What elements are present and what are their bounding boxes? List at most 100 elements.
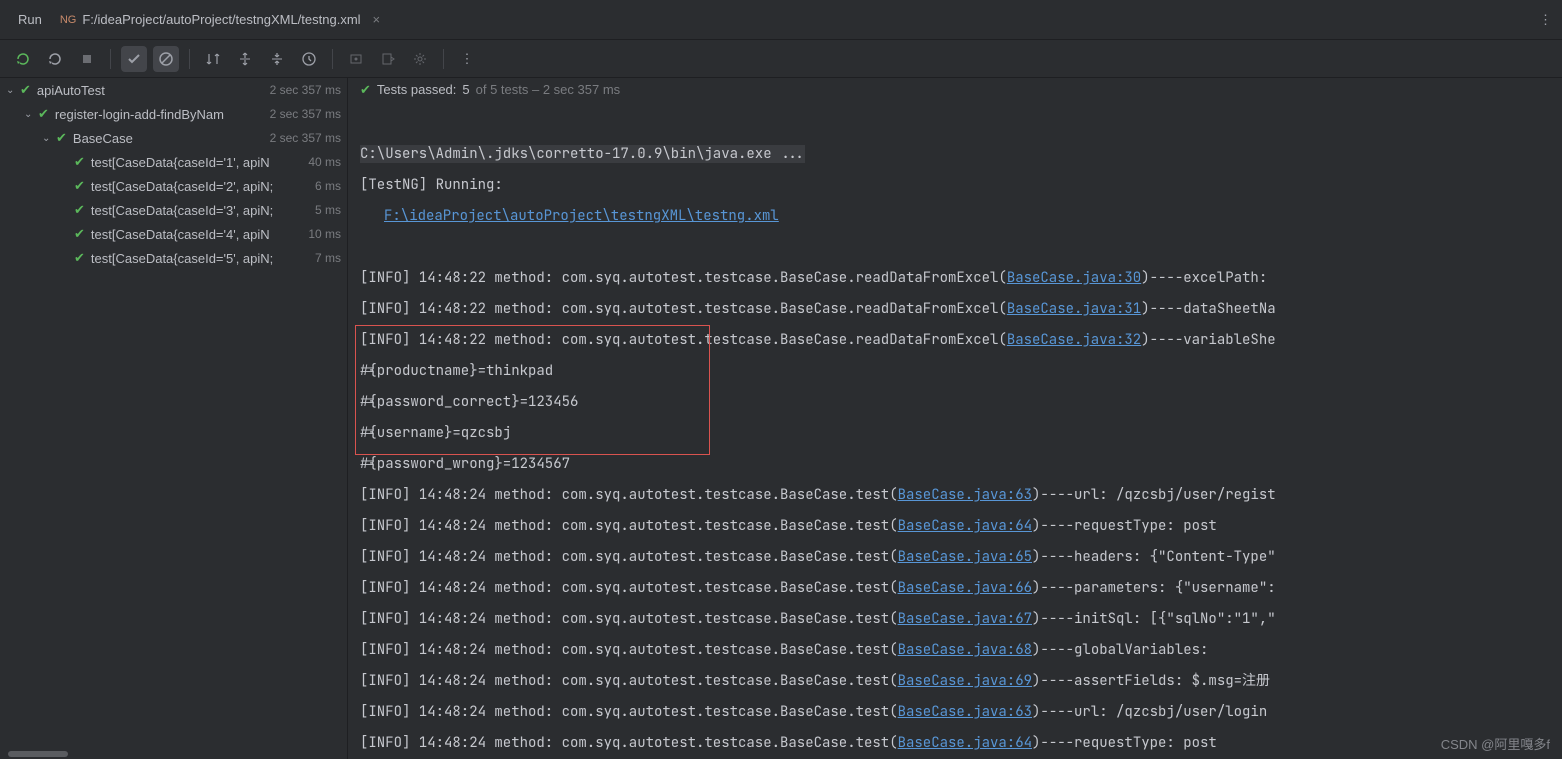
check-icon: ✔: [56, 130, 67, 146]
console-panel: ✔ Tests passed: 5 of 5 tests – 2 sec 357…: [348, 78, 1562, 759]
variable-line: #{username}=qzcsbj: [360, 424, 511, 442]
test-status-bar: ✔ Tests passed: 5 of 5 tests – 2 sec 357…: [348, 78, 1562, 102]
source-link[interactable]: BaseCase.java:63: [898, 703, 1032, 721]
check-icon: ✔: [74, 154, 85, 170]
check-icon: ✔: [74, 226, 85, 242]
source-link[interactable]: BaseCase.java:68: [898, 641, 1032, 659]
log-line: [INFO] 14:48:24 method: com.syq.autotest…: [360, 548, 1276, 566]
stop-icon[interactable]: [74, 46, 100, 72]
tree-test[interactable]: ✔ test[CaseData{caseId='4', apiN 10 ms: [0, 222, 347, 246]
separator: [110, 49, 111, 69]
node-label: test[CaseData{caseId='4', apiN: [91, 227, 270, 242]
kebab-menu-icon[interactable]: ⋮: [1539, 12, 1554, 28]
run-toolbar: ⋮: [0, 40, 1562, 78]
log-line: [INFO] 14:48:22 method: com.syq.autotest…: [360, 331, 1276, 349]
check-icon: ✔: [38, 106, 49, 122]
tree-suite[interactable]: ⌄ ✔ register-login-add-findByNam 2 sec 3…: [0, 102, 347, 126]
duration: 6 ms: [309, 179, 341, 193]
check-icon: ✔: [360, 82, 371, 98]
check-icon: ✔: [20, 82, 31, 98]
check-icon: ✔: [74, 250, 85, 266]
log-line: [INFO] 14:48:22 method: com.syq.autotest…: [360, 300, 1276, 318]
source-link[interactable]: BaseCase.java:64: [898, 734, 1032, 752]
log-line: [INFO] 14:48:24 method: com.syq.autotest…: [360, 517, 1217, 535]
log-line: [TestNG] Running:: [360, 176, 503, 194]
scrollbar[interactable]: [8, 751, 68, 757]
show-passed-icon[interactable]: [121, 46, 147, 72]
tree-test[interactable]: ✔test[CaseData{caseId='2', apiN;6 ms: [0, 174, 347, 198]
source-link[interactable]: BaseCase.java:67: [898, 610, 1032, 628]
variable-line: #{productname}=thinkpad: [360, 362, 553, 380]
tree-test[interactable]: ✔ test[CaseData{caseId='1', apiN 40 ms: [0, 150, 347, 174]
test-history-icon[interactable]: [296, 46, 322, 72]
variable-line: #{password_correct}=123456: [360, 393, 578, 411]
node-label: apiAutoTest: [37, 83, 105, 98]
variable-line: #{password_wrong}=1234567: [360, 455, 570, 473]
node-label: test[CaseData{caseId='3', apiN;: [91, 203, 273, 218]
file-link[interactable]: F:\ideaProject\autoProject\testngXML\tes…: [384, 207, 779, 225]
source-link[interactable]: BaseCase.java:69: [898, 672, 1032, 690]
check-icon: ✔: [74, 202, 85, 218]
passed-label: Tests passed:: [377, 82, 457, 97]
tool-window-header: Run NG F:/ideaProject/autoProject/testng…: [0, 0, 1562, 40]
duration: 2 sec 357 ms: [264, 83, 341, 97]
testng-file-icon: NG: [60, 14, 77, 26]
run-config-tab[interactable]: NG F:/ideaProject/autoProject/testngXML/…: [52, 0, 388, 39]
source-link[interactable]: BaseCase.java:30: [1007, 269, 1141, 287]
more-icon[interactable]: ⋮: [454, 46, 480, 72]
collapse-all-icon[interactable]: [264, 46, 290, 72]
log-line: [INFO] 14:48:24 method: com.syq.autotest…: [360, 610, 1276, 628]
separator: [189, 49, 190, 69]
log-line: [INFO] 14:48:24 method: com.syq.autotest…: [360, 579, 1276, 597]
separator: [332, 49, 333, 69]
source-link[interactable]: BaseCase.java:31: [1007, 300, 1141, 318]
chevron-down-icon[interactable]: ⌄: [42, 133, 56, 144]
tree-test[interactable]: ✔ test[CaseData{caseId='5', apiN; 7 ms: [0, 246, 347, 270]
log-line: [INFO] 14:48:24 method: com.syq.autotest…: [360, 703, 1267, 721]
node-label: test[CaseData{caseId='1', apiN: [91, 155, 270, 170]
passed-count: 5: [462, 82, 469, 97]
chevron-down-icon[interactable]: ⌄: [6, 85, 20, 96]
separator: [443, 49, 444, 69]
sort-icon[interactable]: [200, 46, 226, 72]
tree-class[interactable]: ⌄ ✔ BaseCase 2 sec 357 ms: [0, 126, 347, 150]
console-output[interactable]: C:\Users\Admin\.jdks\corretto-17.0.9\bin…: [348, 102, 1562, 759]
run-label: Run: [8, 12, 52, 27]
duration: 2 sec 357 ms: [264, 131, 341, 145]
log-line: [INFO] 14:48:24 method: com.syq.autotest…: [360, 672, 1270, 690]
node-label: test[CaseData{caseId='5', apiN;: [91, 251, 273, 266]
command-line: C:\Users\Admin\.jdks\corretto-17.0.9\bin…: [360, 145, 805, 163]
watermark: CSDN @阿里嘎多f: [1441, 734, 1550, 753]
duration: 10 ms: [302, 227, 341, 241]
node-label: register-login-add-findByNam: [55, 107, 224, 122]
source-link[interactable]: BaseCase.java:64: [898, 517, 1032, 535]
duration: 7 ms: [309, 251, 341, 265]
show-ignored-icon[interactable]: [153, 46, 179, 72]
node-label: BaseCase: [73, 131, 133, 146]
settings-icon[interactable]: [407, 46, 433, 72]
expand-all-icon[interactable]: [232, 46, 258, 72]
source-link[interactable]: BaseCase.java:65: [898, 548, 1032, 566]
duration: 2 sec 357 ms: [264, 107, 341, 121]
log-line: [INFO] 14:48:24 method: com.syq.autotest…: [360, 641, 1208, 659]
source-link[interactable]: BaseCase.java:66: [898, 579, 1032, 597]
tree-test[interactable]: ✔ test[CaseData{caseId='3', apiN; 5 ms: [0, 198, 347, 222]
source-link[interactable]: BaseCase.java:63: [898, 486, 1032, 504]
import-icon[interactable]: [343, 46, 369, 72]
duration: 5 ms: [309, 203, 341, 217]
export-icon[interactable]: [375, 46, 401, 72]
total-text: of 5 tests – 2 sec 357 ms: [476, 82, 621, 97]
close-icon[interactable]: ×: [373, 12, 381, 27]
rerun-icon[interactable]: [10, 46, 36, 72]
tab-file-path: F:/ideaProject/autoProject/testngXML/tes…: [82, 12, 360, 27]
source-link[interactable]: BaseCase.java:32: [1007, 331, 1141, 349]
rerun-failed-icon[interactable]: [42, 46, 68, 72]
log-line: [INFO] 14:48:24 method: com.syq.autotest…: [360, 486, 1276, 504]
tree-root[interactable]: ⌄ ✔ apiAutoTest 2 sec 357 ms: [0, 78, 347, 102]
test-tree: ⌄ ✔ apiAutoTest 2 sec 357 ms ⌄ ✔ registe…: [0, 78, 348, 759]
chevron-down-icon[interactable]: ⌄: [24, 109, 38, 120]
duration: 40 ms: [302, 155, 341, 169]
node-label: test[CaseData{caseId='2', apiN;: [91, 179, 273, 194]
log-line: [INFO] 14:48:24 method: com.syq.autotest…: [360, 734, 1217, 752]
log-line: [INFO] 14:48:22 method: com.syq.autotest…: [360, 269, 1267, 287]
